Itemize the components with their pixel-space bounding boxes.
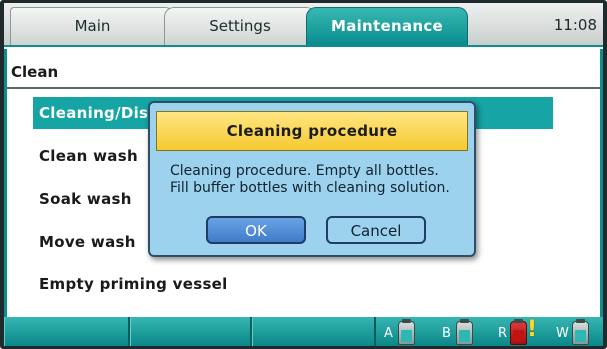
tab-main[interactable]: Main — [10, 7, 175, 45]
cancel-button[interactable]: Cancel — [326, 216, 426, 244]
bottle-letter: W — [556, 326, 569, 341]
screen: Main Settings Maintenance 11:08 Clean Cl… — [4, 3, 603, 346]
bottle-letter: R — [498, 326, 508, 341]
bottle-w-status[interactable]: W — [554, 317, 602, 346]
ok-button[interactable]: OK — [206, 216, 306, 244]
tab-bar: Main Settings Maintenance 11:08 — [4, 3, 603, 47]
dialog-message-line-1: Cleaning procedure. Empty all bottles. — [170, 163, 439, 179]
bottle-icon — [572, 319, 589, 345]
bottle-a-status[interactable]: A — [382, 317, 432, 346]
section-title: Clean — [11, 63, 59, 81]
tab-settings[interactable]: Settings — [164, 7, 316, 45]
bottle-r-status[interactable]: R ! — [496, 317, 552, 346]
dialog-message: Cleaning procedure. Empty all bottles. F… — [170, 163, 470, 197]
softkey-2[interactable] — [130, 317, 252, 346]
warning-icon: ! — [527, 317, 538, 342]
bottle-icon — [398, 319, 415, 345]
menu-item-empty-priming-vessel[interactable]: Empty priming vessel — [33, 268, 553, 300]
bottle-b-status[interactable]: B — [440, 317, 490, 346]
softkey-1[interactable] — [4, 317, 130, 346]
dialog-title: Cleaning procedure — [156, 111, 468, 151]
softkey-3[interactable] — [252, 317, 376, 346]
bottom-bar: A B R ! W — [4, 317, 603, 346]
bottle-icon — [510, 319, 527, 345]
bottle-letter: B — [442, 326, 451, 341]
section-divider — [7, 87, 600, 89]
clock: 11:08 — [553, 16, 597, 34]
tab-maintenance[interactable]: Maintenance — [306, 7, 468, 45]
dialog-message-line-2: Fill buffer bottles with cleaning soluti… — [170, 180, 450, 196]
device-frame: Main Settings Maintenance 11:08 Clean Cl… — [0, 0, 607, 349]
cleaning-procedure-dialog: Cleaning procedure Cleaning procedure. E… — [148, 101, 476, 257]
bottle-icon — [456, 319, 473, 345]
bottle-letter: A — [384, 326, 393, 341]
